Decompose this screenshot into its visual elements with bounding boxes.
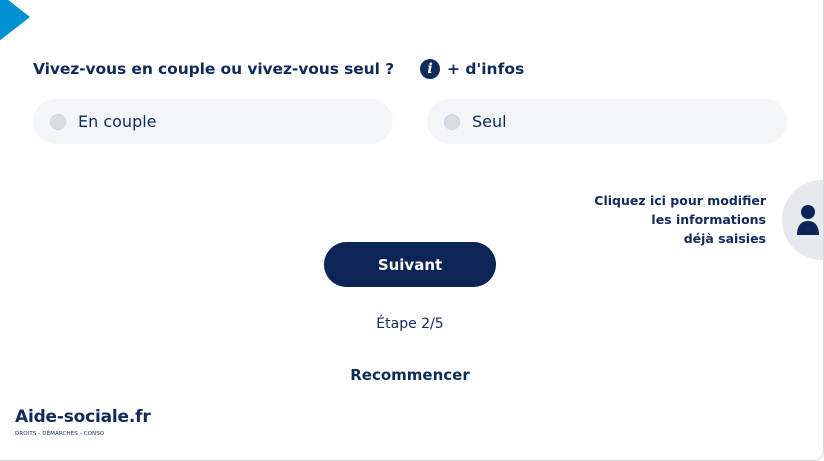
option-seul[interactable]: Seul xyxy=(427,99,787,144)
form-card: Vivez-vous en couple ou vivez-vous seul … xyxy=(0,0,824,461)
logo-tagline: DROITS - DÉMARCHES - CONSO xyxy=(15,431,105,437)
modify-info-text[interactable]: Cliquez ici pour modifier les informatio… xyxy=(594,191,766,248)
restart-link[interactable]: Recommencer xyxy=(0,366,820,384)
corner-arrow-decoration xyxy=(0,0,30,56)
logo[interactable]: Aide-sociale.fr DROITS - DÉMARCHES - CON… xyxy=(15,407,151,437)
radio-seul[interactable] xyxy=(444,113,460,130)
option-label: En couple xyxy=(78,112,157,131)
modify-info-line: déjà saisies xyxy=(683,231,766,246)
option-label: Seul xyxy=(472,112,507,131)
question-text: Vivez-vous en couple ou vivez-vous seul … xyxy=(33,60,394,78)
info-icon: i xyxy=(420,59,440,79)
radio-en-couple[interactable] xyxy=(50,113,66,130)
question-row: Vivez-vous en couple ou vivez-vous seul … xyxy=(33,58,524,80)
user-icon xyxy=(797,205,819,235)
option-en-couple[interactable]: En couple xyxy=(33,99,393,144)
modify-info-button[interactable] xyxy=(782,180,823,260)
modify-info-line: Cliquez ici pour modifier xyxy=(594,193,766,208)
logo-name: Aide-sociale.fr xyxy=(15,407,151,427)
more-info-button[interactable]: i + d'infos xyxy=(420,59,524,79)
more-info-label: + d'infos xyxy=(447,60,525,78)
modify-info-line: les informations xyxy=(651,212,766,227)
step-indicator: Étape 2/5 xyxy=(376,316,444,332)
next-button[interactable]: Suivant xyxy=(324,242,496,287)
